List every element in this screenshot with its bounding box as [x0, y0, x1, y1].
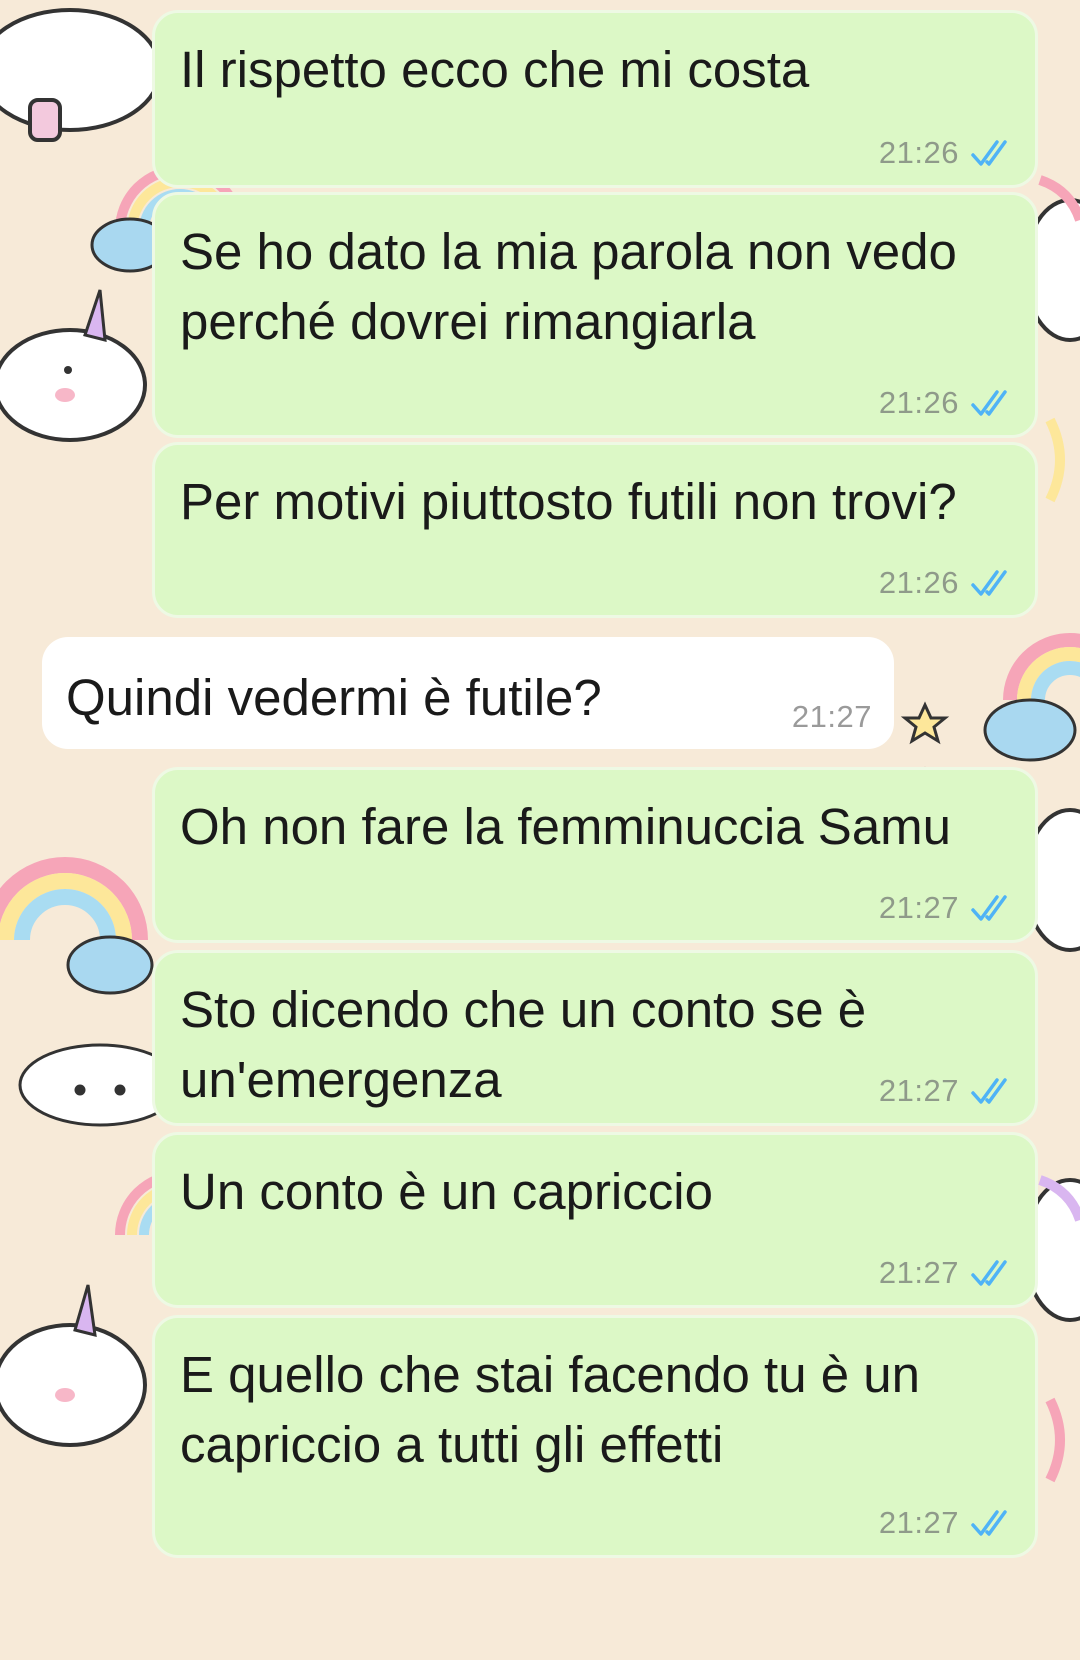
- double-check-icon: [971, 1078, 1007, 1104]
- message-meta: 21:27: [879, 890, 1013, 926]
- message-text: Per motivi piuttosto futili non trovi?: [180, 473, 957, 530]
- incoming-message-bubble[interactable]: Quindi vedermi è futile? 21:27: [42, 637, 894, 749]
- message-meta: 21:26: [879, 385, 1013, 421]
- outgoing-message-bubble[interactable]: Oh non fare la femminuccia Samu 21:27: [152, 767, 1038, 943]
- message-timestamp: 21:27: [878, 1255, 959, 1290]
- double-check-icon: [971, 570, 1007, 596]
- message-meta: 21:26: [879, 135, 1013, 171]
- double-check-icon: [971, 1510, 1007, 1536]
- message-text: E quello che stai facendo tu è un capric…: [180, 1346, 921, 1473]
- message-text: Oh non fare la femminuccia Samu: [180, 798, 952, 855]
- double-check-icon: [971, 140, 1007, 166]
- outgoing-message-bubble[interactable]: Il rispetto ecco che mi costa 21:26: [152, 10, 1038, 188]
- message-text: Il rispetto ecco che mi costa: [180, 41, 810, 98]
- outgoing-message-bubble[interactable]: Un conto è un capriccio 21:27: [152, 1132, 1038, 1308]
- cloud-illustration-left: [66, 935, 154, 995]
- double-check-icon: [971, 390, 1007, 416]
- message-meta: 21:27: [879, 1073, 1013, 1109]
- outgoing-message-bubble[interactable]: E quello che stai facendo tu è un capric…: [152, 1315, 1038, 1558]
- message-timestamp: 21:27: [791, 699, 872, 734]
- message-meta: 21:27: [879, 1255, 1013, 1291]
- message-timestamp: 21:27: [878, 1073, 959, 1108]
- message-timestamp: 21:26: [878, 565, 959, 600]
- cloud-illustration-right: [983, 698, 1077, 762]
- message-text: Se ho dato la mia parola non vedo perché…: [180, 223, 957, 350]
- message-text: Quindi vedermi è futile?: [66, 669, 602, 726]
- message-timestamp: 21:27: [878, 1505, 959, 1540]
- double-check-icon: [971, 1260, 1007, 1286]
- outgoing-message-bubble[interactable]: Se ho dato la mia parola non vedo perché…: [152, 192, 1038, 438]
- outgoing-message-bubble[interactable]: Sto dicendo che un conto se è un'emergen…: [152, 950, 1038, 1126]
- message-timestamp: 21:26: [878, 135, 959, 170]
- message-timestamp: 21:27: [878, 890, 959, 925]
- message-meta: 21:27: [879, 1505, 1013, 1541]
- message-meta: 21:26: [879, 565, 1013, 601]
- double-check-icon: [971, 895, 1007, 921]
- message-timestamp: 21:26: [878, 385, 959, 420]
- message-meta: 21:27: [792, 699, 872, 735]
- message-text: Un conto è un capriccio: [180, 1163, 713, 1220]
- outgoing-message-bubble[interactable]: Per motivi piuttosto futili non trovi? 21…: [152, 442, 1038, 618]
